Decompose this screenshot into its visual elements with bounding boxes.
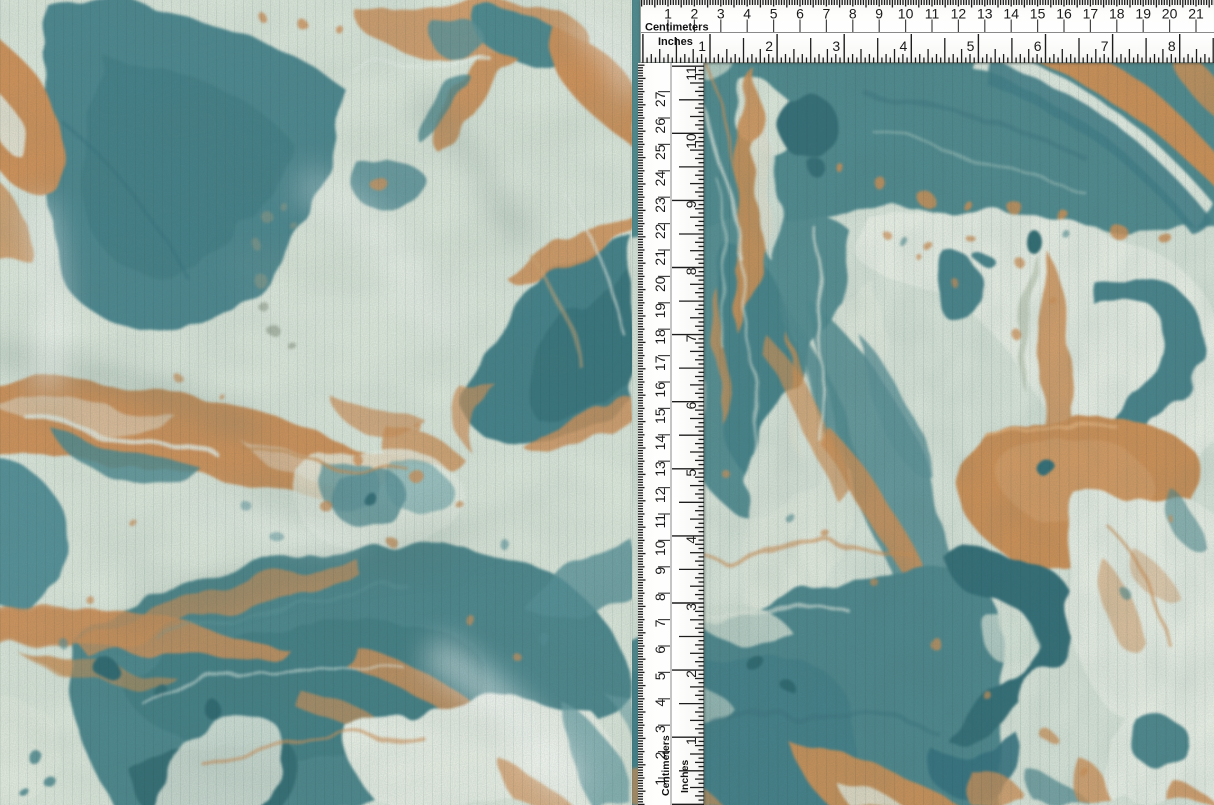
- svg-text:9: 9: [683, 200, 699, 208]
- svg-text:Inches: Inches: [658, 36, 693, 48]
- svg-text:11: 11: [652, 514, 668, 529]
- svg-text:6: 6: [796, 6, 804, 22]
- svg-text:22: 22: [652, 223, 668, 239]
- svg-text:3: 3: [717, 6, 725, 22]
- svg-text:Inches: Inches: [679, 760, 691, 793]
- svg-text:15: 15: [1030, 6, 1046, 22]
- svg-text:12: 12: [951, 6, 967, 22]
- svg-text:11: 11: [925, 6, 940, 22]
- svg-text:12: 12: [652, 487, 668, 503]
- svg-text:8: 8: [652, 593, 668, 601]
- svg-text:7: 7: [1101, 38, 1109, 54]
- svg-text:2: 2: [765, 38, 773, 54]
- svg-text:14: 14: [652, 435, 668, 451]
- svg-text:1: 1: [698, 38, 706, 54]
- svg-text:17: 17: [652, 355, 668, 371]
- svg-text:15: 15: [652, 408, 668, 424]
- svg-text:6: 6: [683, 401, 699, 409]
- svg-text:17: 17: [1083, 6, 1099, 22]
- svg-text:9: 9: [652, 567, 668, 575]
- svg-text:6: 6: [1034, 38, 1042, 54]
- svg-text:11: 11: [683, 66, 699, 81]
- svg-text:18: 18: [1109, 6, 1125, 22]
- svg-text:9: 9: [875, 6, 883, 22]
- svg-text:4: 4: [900, 38, 908, 54]
- svg-text:19: 19: [1135, 6, 1151, 22]
- svg-text:27: 27: [652, 91, 668, 107]
- svg-text:7: 7: [823, 6, 831, 22]
- svg-text:10: 10: [898, 6, 914, 22]
- svg-text:5: 5: [770, 6, 778, 22]
- svg-text:4: 4: [743, 6, 751, 22]
- svg-text:25: 25: [652, 144, 668, 160]
- svg-text:23: 23: [652, 197, 668, 213]
- svg-text:3: 3: [683, 603, 699, 611]
- svg-text:16: 16: [1056, 6, 1072, 22]
- svg-text:2: 2: [691, 6, 699, 22]
- svg-text:5: 5: [967, 38, 975, 54]
- svg-text:3: 3: [652, 725, 668, 733]
- svg-text:19: 19: [652, 303, 668, 319]
- svg-text:16: 16: [652, 382, 668, 398]
- svg-text:8: 8: [849, 6, 857, 22]
- svg-text:3: 3: [832, 38, 840, 54]
- svg-text:18: 18: [652, 329, 668, 345]
- svg-text:4: 4: [683, 536, 699, 544]
- svg-text:4: 4: [652, 699, 668, 707]
- svg-text:26: 26: [652, 118, 668, 134]
- svg-text:20: 20: [1162, 6, 1178, 22]
- svg-text:21: 21: [652, 250, 668, 266]
- svg-text:6: 6: [652, 646, 668, 654]
- svg-text:8: 8: [683, 267, 699, 275]
- svg-text:7: 7: [652, 619, 668, 627]
- svg-text:1: 1: [664, 6, 672, 22]
- svg-text:2: 2: [683, 670, 699, 678]
- svg-text:13: 13: [977, 6, 993, 22]
- svg-text:8: 8: [1168, 38, 1176, 54]
- svg-text:14: 14: [1003, 6, 1019, 22]
- svg-text:20: 20: [652, 276, 668, 292]
- svg-text:Centimeters: Centimeters: [660, 735, 672, 796]
- svg-text:5: 5: [652, 672, 668, 680]
- svg-text:24: 24: [652, 171, 668, 187]
- svg-text:Centimeters: Centimeters: [645, 22, 709, 34]
- svg-text:5: 5: [683, 469, 699, 477]
- svg-text:7: 7: [683, 334, 699, 342]
- svg-text:1: 1: [683, 737, 699, 745]
- svg-text:13: 13: [652, 461, 668, 477]
- svg-text:10: 10: [683, 133, 699, 149]
- svg-text:10: 10: [652, 540, 668, 556]
- svg-text:21: 21: [1188, 6, 1204, 22]
